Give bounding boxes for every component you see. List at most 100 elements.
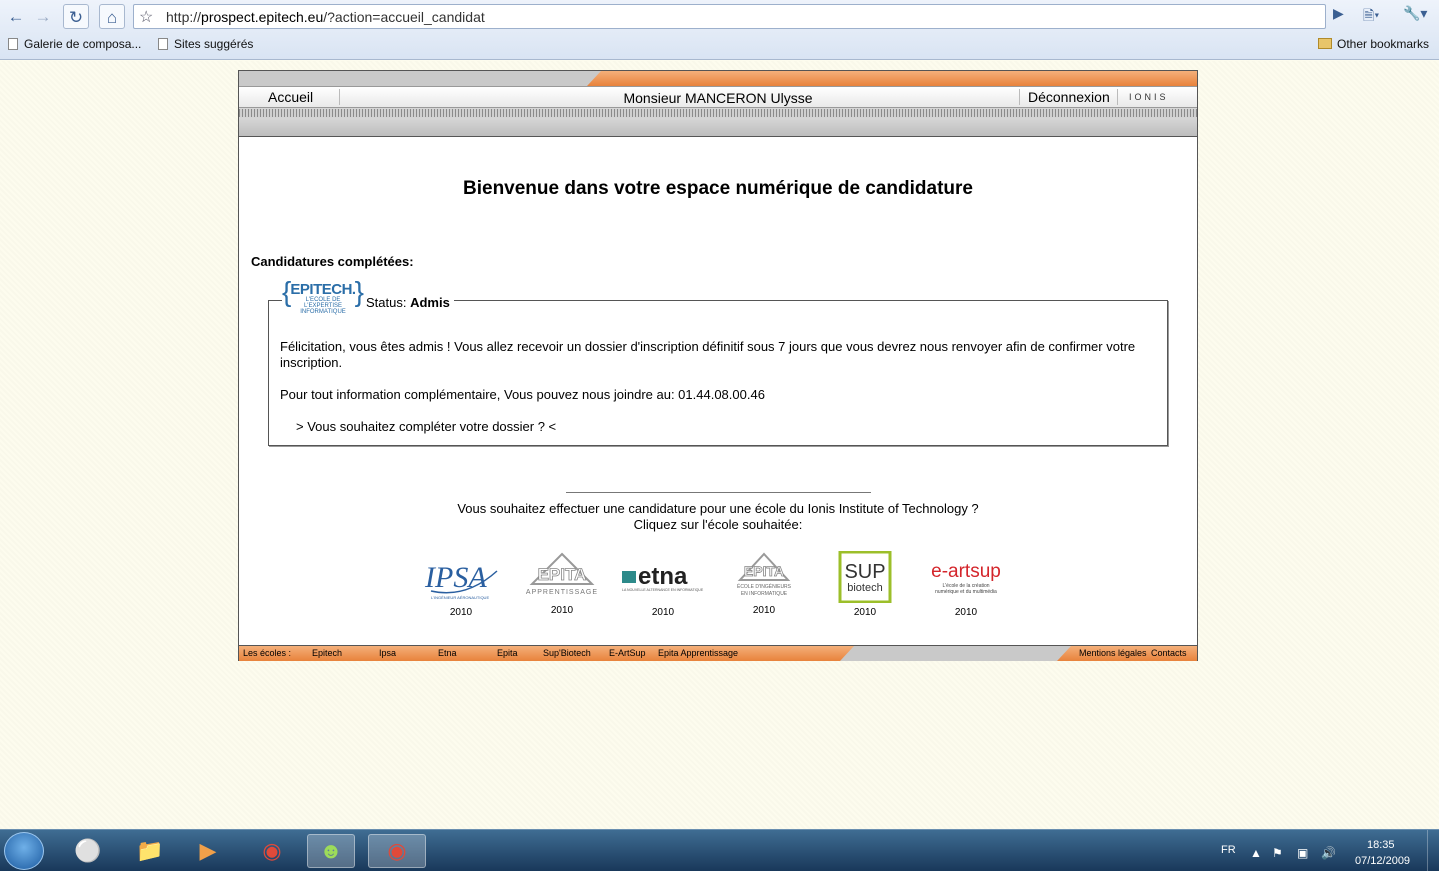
page-menu-icon[interactable]: 🗎▾ xyxy=(1363,5,1379,29)
svg-text:biotech: biotech xyxy=(847,582,882,594)
taskbar: ⚪ 📁 ▶ ◉ ☻ ◉ FR ▲ ⚑ ▣ 🔊 18:35 07/12/2009 xyxy=(0,829,1439,871)
bookmark-item[interactable]: Galerie de composa... xyxy=(8,37,141,51)
school-year: 2010 xyxy=(651,607,675,618)
svg-text:SUP: SUP xyxy=(844,561,885,583)
footer-schools-bar: Les écoles : Epitech Ipsa Etna Epita Sup… xyxy=(239,646,854,661)
network-icon[interactable]: ▣ xyxy=(1297,846,1308,860)
svg-text:APPRENTISSAGE: APPRENTISSAGE xyxy=(526,589,598,596)
messenger-icon[interactable]: ☻ xyxy=(307,834,355,868)
application-box: { } EPITECH. L'ECOLE DE L'EXPERTISE INFO… xyxy=(268,277,1168,446)
contact-info: Pour tout information complémentaire, Vo… xyxy=(280,387,765,402)
supbiotech-logo: SUP biotech xyxy=(820,551,910,603)
divider xyxy=(1117,89,1118,105)
volume-icon[interactable]: 🔊 xyxy=(1321,846,1336,860)
ionis-logo: IONIS xyxy=(1129,92,1169,102)
header-stripe xyxy=(239,71,1197,86)
content-frame: Monsieur MANCERON Ulysse Accueil Déconne… xyxy=(238,70,1198,661)
star-icon[interactable]: ☆ xyxy=(139,7,153,27)
admission-message: Félicitation, vous êtes admis ! Vous all… xyxy=(280,339,1136,370)
epita-logo: EPITA ÉCOLE D'INGÉNIEURS EN INFORMATIQUE xyxy=(719,549,809,601)
start-button[interactable] xyxy=(4,832,44,870)
school-year: 2010 xyxy=(550,605,574,616)
wrench-icon[interactable]: 🔧▾ xyxy=(1403,5,1427,22)
browser-chrome: ← → ↻ ⌂ ☆ http://prospect.epitech.eu/?ac… xyxy=(0,0,1439,60)
application-legend: { } EPITECH. L'ECOLE DE L'EXPERTISE INFO… xyxy=(282,277,454,327)
school-supbiotech[interactable]: SUP biotech 2010 xyxy=(820,551,910,618)
epitech-logo: { } EPITECH. L'ECOLE DE L'EXPERTISE INFO… xyxy=(282,276,364,316)
footer-legal-bar: Mentions légales Contacts xyxy=(1057,646,1197,661)
status-line: Status: Admis xyxy=(366,294,450,310)
site-footer: Les écoles : Epitech Ipsa Etna Epita Sup… xyxy=(239,645,1197,661)
chrome-window-icon[interactable]: ◉ xyxy=(368,834,426,868)
eartsup-logo: e-artsup L'école de la création numériqu… xyxy=(921,551,1011,603)
ipsa-logo: IPSA L'INGÉNIEUR AÉRONAUTIQUE xyxy=(416,551,506,603)
page-title: Bienvenue dans votre espace numérique de… xyxy=(463,178,973,199)
logout-link[interactable]: Déconnexion xyxy=(1028,89,1110,105)
footer-link-supbiotech[interactable]: Sup'Biotech xyxy=(543,648,591,658)
back-icon[interactable]: ← xyxy=(3,4,29,29)
flag-icon[interactable]: ⚑ xyxy=(1272,846,1283,860)
footer-label: Les écoles : xyxy=(243,648,292,658)
header-dotted-strip xyxy=(239,109,1197,117)
nav-bar: Monsieur MANCERON Ulysse Accueil Déconne… xyxy=(239,86,1197,108)
divider xyxy=(1019,89,1020,105)
svg-text:EPITA: EPITA xyxy=(744,563,784,579)
footer-link-etna[interactable]: Etna xyxy=(438,648,457,658)
footer-link-eartsup[interactable]: E-ArtSup xyxy=(609,648,646,658)
school-epita-apprentissage[interactable]: EPITA APPRENTISSAGE 2010 xyxy=(517,549,607,616)
chrome-icon[interactable]: ◉ xyxy=(248,834,296,868)
media-player-icon[interactable]: ▶ xyxy=(184,834,232,868)
footer-link-epita[interactable]: Epita xyxy=(497,648,518,658)
footer-link-ipsa[interactable]: Ipsa xyxy=(379,648,396,658)
school-eartsup[interactable]: e-artsup L'école de la création numériqu… xyxy=(921,551,1011,618)
school-etna[interactable]: etna LA NOUVELLE ALTERNANCE EN INFORMATI… xyxy=(618,551,708,618)
home-icon[interactable]: ⌂ xyxy=(99,4,125,29)
contacts-link[interactable]: Contacts xyxy=(1151,648,1187,658)
page-icon xyxy=(8,38,18,50)
etna-logo: etna LA NOUVELLE ALTERNANCE EN INFORMATI… xyxy=(618,551,708,603)
show-hidden-icon[interactable]: ▲ xyxy=(1250,846,1262,860)
complete-dossier-link[interactable]: > Vous souhaitez compléter votre dossier… xyxy=(296,419,556,434)
folder-icon xyxy=(1318,38,1332,49)
page-viewport: Monsieur MANCERON Ulysse Accueil Déconne… xyxy=(0,61,1439,829)
status-badge: Admis xyxy=(410,294,450,310)
bookmark-item[interactable]: Sites suggérés xyxy=(158,37,253,51)
school-year: 2010 xyxy=(449,607,473,618)
epita-apprentissage-logo: EPITA APPRENTISSAGE xyxy=(517,549,607,601)
reload-icon[interactable]: ↻ xyxy=(63,4,89,29)
svg-text:IPSA: IPSA xyxy=(424,561,487,594)
url-text[interactable]: http://prospect.epitech.eu/?action=accue… xyxy=(166,9,485,25)
ie-icon[interactable]: ⚪ xyxy=(64,834,112,868)
school-year: 2010 xyxy=(752,605,776,616)
legal-link[interactable]: Mentions légales xyxy=(1079,648,1147,658)
language-indicator[interactable]: FR xyxy=(1221,844,1236,856)
school-ipsa[interactable]: IPSA L'INGÉNIEUR AÉRONAUTIQUE 2010 xyxy=(416,551,506,618)
bookmarks-bar: Galerie de composa... Sites suggérés Oth… xyxy=(0,35,1439,57)
svg-text:EPITA: EPITA xyxy=(538,565,587,584)
footer-link-epitech[interactable]: Epitech xyxy=(312,648,342,658)
show-desktop-button[interactable] xyxy=(1427,830,1439,871)
other-schools-prompt: Cliquez sur l'école souhaitée: xyxy=(633,517,803,532)
clock-time[interactable]: 18:35 xyxy=(1367,839,1395,851)
completed-heading: Candidatures complétées: xyxy=(251,254,414,269)
svg-text:numérique et du multimédia: numérique et du multimédia xyxy=(935,589,997,595)
explorer-icon[interactable]: 📁 xyxy=(126,834,174,868)
svg-text:etna: etna xyxy=(638,563,688,590)
school-epita[interactable]: EPITA ÉCOLE D'INGÉNIEURS EN INFORMATIQUE… xyxy=(719,549,809,616)
clock-date[interactable]: 07/12/2009 xyxy=(1355,855,1410,867)
address-bar[interactable]: ☆ http://prospect.epitech.eu/?action=acc… xyxy=(133,4,1326,29)
school-year: 2010 xyxy=(853,607,877,618)
svg-text:e-artsup: e-artsup xyxy=(931,561,1001,582)
svg-text:L'INGÉNIEUR AÉRONAUTIQUE: L'INGÉNIEUR AÉRONAUTIQUE xyxy=(431,595,489,600)
page-icon xyxy=(158,38,168,50)
other-schools-text: Vous souhaitez effectuer une candidature… xyxy=(457,501,979,516)
divider xyxy=(566,492,871,493)
forward-icon[interactable]: → xyxy=(30,4,56,29)
site-header: Monsieur MANCERON Ulysse Accueil Déconne… xyxy=(239,71,1197,137)
other-bookmarks[interactable]: Other bookmarks xyxy=(1318,37,1429,51)
nav-home-link[interactable]: Accueil xyxy=(268,89,313,105)
play-icon[interactable]: ▶ xyxy=(1333,5,1344,22)
svg-text:ÉCOLE D'INGÉNIEURS: ÉCOLE D'INGÉNIEURS xyxy=(737,583,792,590)
footer-link-epita-apprentissage[interactable]: Epita Apprentissage xyxy=(658,648,738,658)
svg-text:LA NOUVELLE ALTERNANCE EN INFO: LA NOUVELLE ALTERNANCE EN INFORMATIQUE xyxy=(622,588,704,592)
